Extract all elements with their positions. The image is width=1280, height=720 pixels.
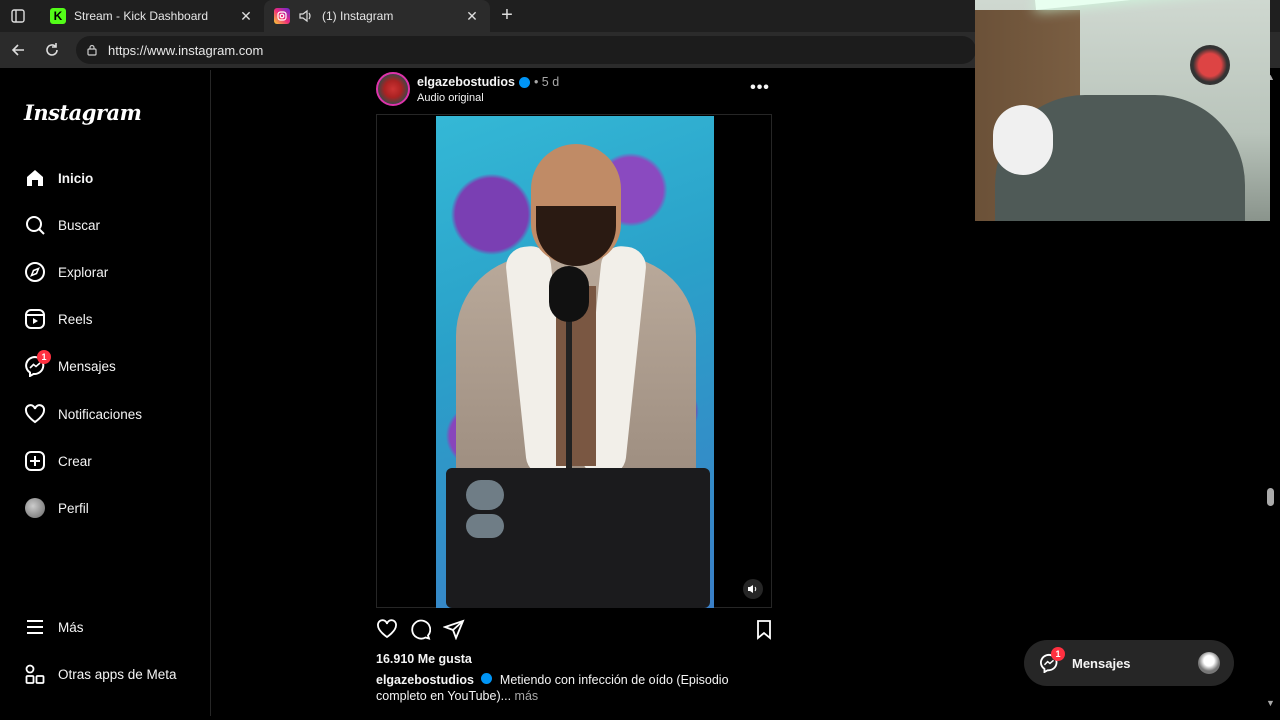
like-heart-icon[interactable] <box>376 618 398 640</box>
sidebar-item-crear[interactable]: Crear <box>24 447 92 475</box>
more-options-icon[interactable]: ••• <box>748 79 772 96</box>
instagram-logo[interactable]: Instagram <box>24 100 142 125</box>
plus-square-icon <box>24 450 46 472</box>
sidebar-item-label: Más <box>58 619 84 635</box>
new-tab-icon[interactable]: + <box>496 4 518 26</box>
video-frame-laptop <box>446 468 710 608</box>
sidebar-item-perfil[interactable]: Perfil <box>24 494 89 522</box>
webcam-overlay <box>975 0 1270 221</box>
verified-icon <box>481 673 493 684</box>
sidebar: Instagram Inicio Buscar Explorar Reels 1… <box>4 70 211 716</box>
video-frame-microphone <box>549 266 589 322</box>
speaker-icon[interactable] <box>298 9 314 23</box>
post-caption: elgazebostudios Metiendo con infección d… <box>376 672 776 704</box>
reload-icon[interactable] <box>42 40 62 60</box>
sidebar-item-label: Mensajes <box>58 358 116 374</box>
post-author: elgazebostudios • 5 d <box>417 75 559 89</box>
url-text: https://www.instagram.com <box>108 42 264 58</box>
back-icon[interactable] <box>8 40 28 60</box>
search-icon <box>24 214 46 236</box>
sidebar-item-label: Perfil <box>58 500 89 516</box>
home-icon <box>24 167 46 189</box>
comment-icon[interactable] <box>409 618 431 640</box>
video-frame-mic-stand <box>566 316 572 476</box>
avatar[interactable] <box>376 72 410 106</box>
tab-title: (1) Instagram <box>322 9 394 23</box>
caption-more-link[interactable]: más <box>515 689 539 703</box>
url-input[interactable]: https://www.instagram.com <box>76 36 976 64</box>
tab-title: Stream - Kick Dashboard <box>74 9 209 23</box>
apps-icon <box>24 663 46 685</box>
bookmark-icon[interactable] <box>753 618 775 640</box>
post-audio[interactable]: Audio original <box>417 92 484 104</box>
webcam-frame-hats <box>1190 45 1230 85</box>
heart-icon <box>24 403 46 425</box>
verified-icon <box>518 76 530 88</box>
caption-username[interactable]: elgazebostudios <box>376 673 474 687</box>
sidebar-item-mensajes[interactable]: 1 Mensajes <box>24 350 116 380</box>
webcam-frame-light-strip <box>1035 0 1270 10</box>
webcam-frame-cap <box>993 105 1053 175</box>
post-username[interactable]: elgazebostudios <box>417 75 515 89</box>
sidebar-item-otras-apps[interactable]: Otras apps de Meta <box>24 660 177 688</box>
sidebar-item-label: Reels <box>58 311 93 327</box>
share-icon[interactable] <box>443 618 465 640</box>
video-player[interactable] <box>436 116 714 608</box>
sound-toggle-icon[interactable] <box>743 579 763 599</box>
post-header: elgazebostudios • 5 d Audio original ••• <box>376 72 772 112</box>
sidebar-item-reels[interactable]: Reels <box>24 305 93 333</box>
messenger-icon: 1 <box>1038 647 1065 674</box>
sidebar-item-label: Crear <box>58 453 92 469</box>
sidebar-item-buscar[interactable]: Buscar <box>24 211 100 239</box>
sidebar-item-label: Otras apps de Meta <box>58 666 177 682</box>
post-time[interactable]: • 5 d <box>534 75 559 89</box>
post-media[interactable] <box>376 114 772 608</box>
menu-icon <box>24 616 46 638</box>
close-icon[interactable]: ✕ <box>238 8 254 24</box>
sidebar-item-inicio[interactable]: Inicio <box>24 164 93 192</box>
tab-actions-icon[interactable] <box>8 6 28 26</box>
video-frame-sticker <box>466 480 504 510</box>
avatar-icon <box>24 497 46 519</box>
sidebar-item-label: Notificaciones <box>58 406 143 422</box>
avatar <box>1198 652 1220 674</box>
instagram-icon <box>274 8 290 24</box>
messages-label: Mensajes <box>1072 655 1131 671</box>
tab-instagram[interactable]: (1) Instagram ✕ <box>264 0 490 32</box>
tab-kick-dashboard[interactable]: K Stream - Kick Dashboard ✕ <box>40 0 264 32</box>
sidebar-item-notificaciones[interactable]: Notificaciones <box>24 400 142 428</box>
reels-icon <box>24 308 46 330</box>
scroll-thumb[interactable] <box>1267 488 1274 506</box>
messenger-icon: 1 <box>24 350 51 377</box>
compass-icon <box>24 261 46 283</box>
sidebar-item-label: Inicio <box>58 170 94 186</box>
sidebar-item-explorar[interactable]: Explorar <box>24 258 108 286</box>
sidebar-item-label: Explorar <box>58 264 109 280</box>
like-count[interactable]: 16.910 Me gusta <box>376 652 472 666</box>
notification-badge: 1 <box>37 350 51 364</box>
sidebar-item-mas[interactable]: Más <box>24 613 84 641</box>
scroll-down-icon[interactable]: ▼ <box>1266 698 1275 708</box>
video-frame-sticker <box>466 514 504 538</box>
sidebar-item-label: Buscar <box>58 217 101 233</box>
notification-badge: 1 <box>1051 647 1065 661</box>
close-icon[interactable]: ✕ <box>464 8 480 24</box>
messages-floating-button[interactable]: 1 Mensajes <box>1024 640 1234 686</box>
kick-icon: K <box>50 8 66 24</box>
post-actions <box>376 618 772 642</box>
site-info-icon[interactable] <box>86 44 98 56</box>
